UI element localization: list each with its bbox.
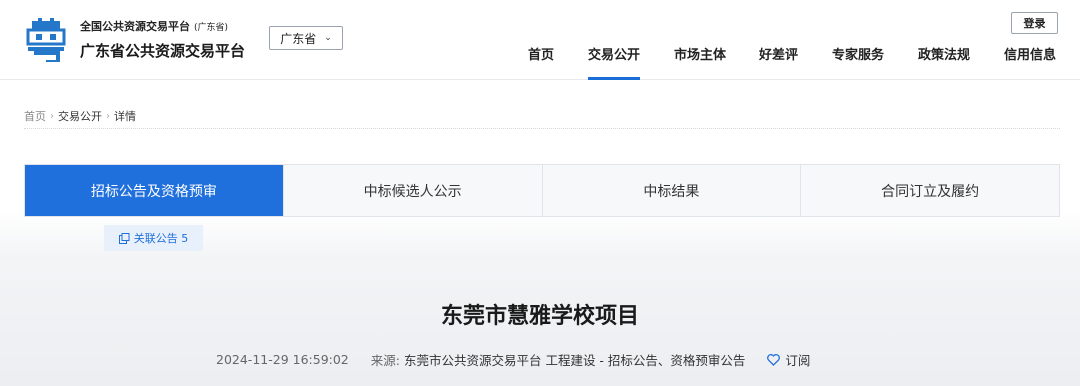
tab-tender-notice[interactable]: 招标公告及资格预审 [25, 165, 284, 216]
breadcrumb-detail: 详情 [114, 110, 136, 123]
subscribe-button[interactable]: 订阅 [767, 350, 810, 369]
breadcrumb: 首页 › 交易公开 › 详情 [24, 108, 136, 124]
chevron-down-icon: ⌄ [324, 33, 332, 43]
chevron-right-icon: › [50, 110, 54, 122]
nav-item-credit[interactable]: 信用信息 [1004, 46, 1056, 80]
subscribe-label: 订阅 [785, 353, 811, 368]
login-button[interactable]: 登录 [1011, 12, 1058, 34]
province-select-value: 广东省 [280, 31, 317, 46]
source-label: 来源: [370, 353, 400, 368]
article-source: 来源: 东莞市公共资源交易平台 工程建设 - 招标公告、资格预审公告 [371, 350, 746, 369]
stage-tabs: 招标公告及资格预审 中标候选人公示 中标结果 合同订立及履约 [24, 164, 1060, 217]
related-notices-label: 关联公告 5 [133, 232, 189, 245]
nav-item-review[interactable]: 好差评 [759, 46, 798, 80]
related-notices-button[interactable]: 关联公告 5 [104, 225, 203, 251]
article-meta: 2024-11-29 16:59:02 来源: 东莞市公共资源交易平台 工程建设… [216, 350, 810, 369]
nav-item-market[interactable]: 市场主体 [674, 46, 726, 80]
site-header: 全国公共资源交易平台 (广东省) 广东省公共资源交易平台 广东省 ⌄ 登录 首页 … [0, 0, 1080, 80]
nav-item-home[interactable]: 首页 [528, 46, 554, 80]
brand-national-title: 全国公共资源交易平台 (广东省) [80, 20, 229, 33]
nav-item-trading[interactable]: 交易公开 [588, 46, 641, 80]
tab-candidate-publicity[interactable]: 中标候选人公示 [284, 165, 543, 216]
tab-award-result[interactable]: 中标结果 [543, 165, 802, 216]
heart-icon [767, 353, 781, 366]
divider [24, 128, 1060, 129]
tab-contract[interactable]: 合同订立及履约 [801, 165, 1059, 216]
source-value: 东莞市公共资源交易平台 工程建设 - 招标公告、资格预审公告 [403, 353, 746, 368]
breadcrumb-trading[interactable]: 交易公开 [58, 108, 102, 124]
chevron-right-icon: › [106, 110, 110, 122]
nav-item-policy[interactable]: 政策法规 [918, 46, 970, 80]
article-title: 东莞市慧雅学校项目 [440, 304, 639, 329]
nav-item-expert[interactable]: 专家服务 [832, 46, 884, 80]
article-date: 2024-11-29 16:59:02 [216, 352, 349, 367]
copy-icon [118, 232, 130, 244]
breadcrumb-home[interactable]: 首页 [24, 108, 46, 124]
main-nav: 首页 交易公开 市场主体 好差评 专家服务 政策法规 信用信息 [0, 46, 1080, 80]
